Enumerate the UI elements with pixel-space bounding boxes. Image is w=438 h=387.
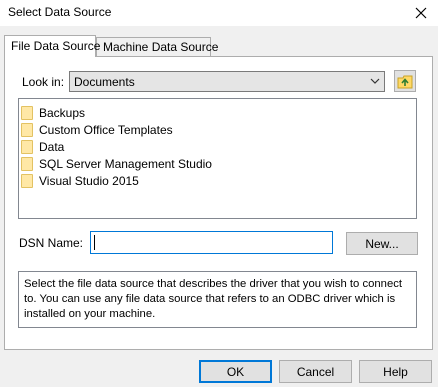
folder-icon [21,123,33,137]
description-text: Select the file data source that describ… [24,278,403,320]
dsn-name-input[interactable] [90,231,333,254]
folder-icon [21,157,33,171]
ok-button[interactable]: OK [199,360,272,383]
new-button[interactable]: New... [346,232,418,255]
cancel-button[interactable]: Cancel [279,360,352,383]
folder-icon [21,174,33,188]
dsn-name-label: DSN Name: [19,236,84,250]
text-caret [94,235,95,250]
look-in-value: Documents [74,75,135,89]
tab-machine-data-source[interactable]: Machine Data Source [96,37,218,56]
list-item-label: Visual Studio 2015 [39,174,139,188]
folder-icon [21,106,33,120]
look-in-select[interactable]: Documents [69,71,385,92]
window-title: Select Data Source [8,5,112,19]
list-item-label: Data [39,140,65,154]
list-item[interactable]: Data [21,139,64,155]
folder-icon [21,140,33,154]
list-item[interactable]: Backups [21,105,85,121]
description-box: Select the file data source that describ… [18,271,417,328]
help-button[interactable]: Help [359,360,432,383]
up-one-level-button[interactable] [394,70,416,92]
close-icon [415,7,427,19]
close-button[interactable] [404,0,438,26]
file-list[interactable]: Backups Custom Office Templates Data SQL… [18,98,417,219]
list-item-label: Custom Office Templates [39,123,173,137]
folder-up-icon [397,75,413,88]
list-item[interactable]: Visual Studio 2015 [21,173,139,189]
chevron-down-icon [370,78,380,84]
list-item[interactable]: SQL Server Management Studio [21,156,212,172]
look-in-label: Look in: [22,75,65,89]
list-item[interactable]: Custom Office Templates [21,122,173,138]
list-item-label: SQL Server Management Studio [39,157,212,171]
list-item-label: Backups [39,106,86,120]
tab-file-data-source[interactable]: File Data Source [4,35,100,57]
